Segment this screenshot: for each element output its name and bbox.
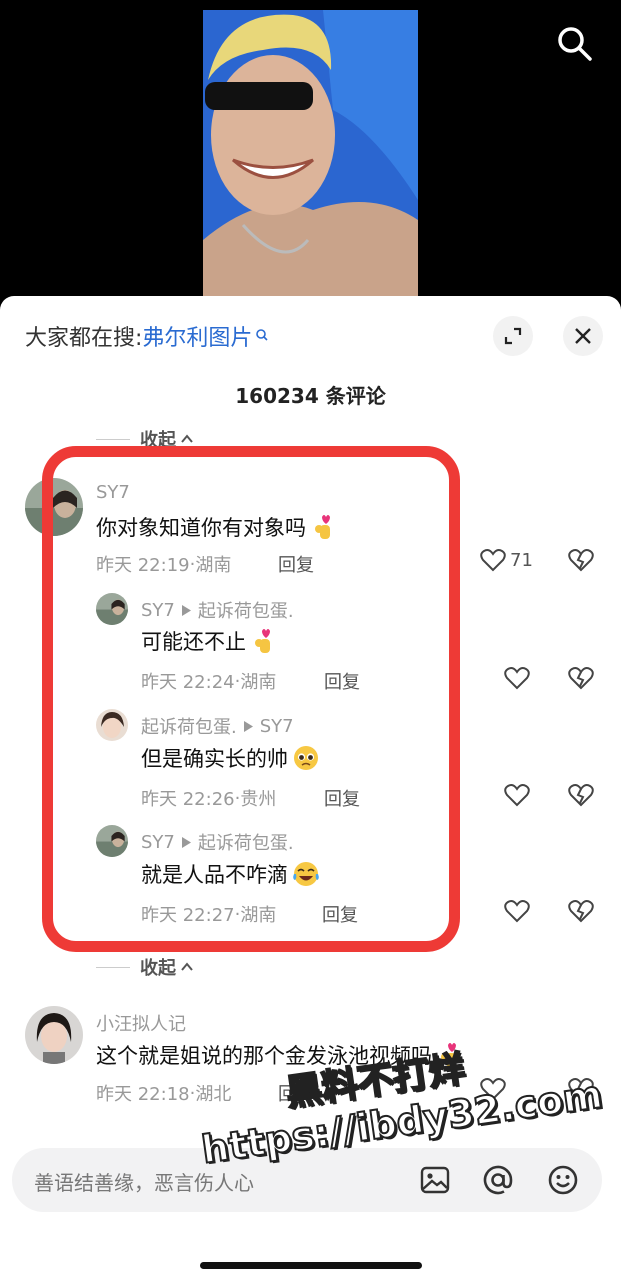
reply-arrow-icon [243, 720, 253, 732]
reply-username[interactable]: SY7 起诉荷包蛋. [141, 597, 294, 623]
comment-meta: 昨天 22:19 · 湖南 [96, 553, 232, 577]
hot-search-keyword[interactable]: 弗尔利图片 [142, 320, 252, 352]
avatar[interactable] [25, 478, 83, 536]
comment-text: 这个就是姐说的那个金发泳池视频吗 [96, 1040, 464, 1070]
reply-text: 但是确实长的帅 [141, 743, 320, 773]
reply-meta: 昨天 22:27 · 湖南 [141, 903, 277, 927]
finger-heart-emoji-icon [441, 1043, 456, 1067]
video-area[interactable] [0, 0, 621, 300]
at-icon[interactable] [482, 1164, 514, 1196]
reply-meta: 昨天 22:24 · 湖南 [141, 670, 277, 694]
reply-button[interactable]: 回复 [324, 785, 360, 811]
broken-heart-icon[interactable] [568, 548, 594, 572]
heart-icon[interactable] [504, 783, 530, 807]
finger-heart-emoji-icon [255, 629, 270, 653]
heart-icon[interactable] [480, 1077, 506, 1101]
comment-input-placeholder: 善语结善缘，恶言伤人心 [34, 1171, 254, 1195]
video-person-image [203, 10, 418, 300]
hot-search-banner[interactable]: 大家都在搜: 弗尔利图片 [25, 320, 269, 352]
reply-button[interactable]: 回复 [322, 901, 358, 927]
broken-heart-icon[interactable] [568, 783, 594, 807]
reply-text: 就是人品不咋滴 [141, 859, 320, 889]
broken-heart-icon[interactable] [568, 899, 594, 923]
avatar[interactable] [96, 709, 128, 741]
collapse-label: 收起 [140, 430, 176, 451]
heart-icon[interactable] [504, 666, 530, 690]
close-icon [575, 328, 591, 344]
video-thumbnail[interactable] [203, 10, 418, 300]
finger-heart-emoji-icon [315, 515, 330, 539]
reply-arrow-icon [181, 836, 191, 848]
reply-username[interactable]: 起诉荷包蛋. SY7 [141, 713, 294, 739]
home-indicator [200, 1262, 422, 1269]
collapse-label: 收起 [140, 958, 176, 979]
expand-button[interactable] [493, 316, 533, 356]
reply-meta: 昨天 22:26 · 贵州 [141, 787, 277, 811]
image-icon[interactable] [419, 1164, 451, 1196]
comment-sheet: 大家都在搜: 弗尔利图片 160234 条评论 收起 SY7 你对象知道你有对象… [0, 296, 621, 1280]
comment-username[interactable]: 小汪拟人记 [96, 1010, 186, 1036]
divider [96, 966, 130, 968]
laughing-tears-emoji-icon [293, 862, 319, 886]
avatar[interactable] [96, 825, 128, 857]
heart-icon[interactable] [504, 899, 530, 923]
chevron-up-icon [181, 434, 193, 443]
pleading-face-emoji-icon [294, 746, 318, 770]
comment-username[interactable]: SY7 [96, 482, 130, 503]
comment-meta: 昨天 22:18 · 湖北 [96, 1082, 232, 1106]
search-icon [256, 329, 269, 341]
chevron-up-icon [181, 962, 193, 971]
avatar[interactable] [96, 593, 128, 625]
avatar[interactable] [25, 1006, 83, 1064]
like-button[interactable]: 71 [480, 548, 533, 572]
reply-button[interactable]: 回复 [324, 668, 360, 694]
collapse-replies-button[interactable]: 收起 [96, 426, 194, 452]
collapse-replies-button[interactable]: 收起 [96, 954, 194, 980]
broken-heart-icon[interactable] [568, 1077, 594, 1101]
comment-count: 160234 条评论 [235, 384, 386, 408]
comment-input[interactable]: 善语结善缘，恶言伤人心 [12, 1148, 602, 1212]
emoji-icon[interactable] [547, 1164, 579, 1196]
expand-icon [504, 327, 522, 345]
search-icon[interactable] [555, 24, 595, 64]
divider [96, 438, 130, 440]
reply-text: 可能还不止 [141, 626, 278, 656]
hot-search-prefix: 大家都在搜: [25, 326, 143, 351]
heart-icon [480, 549, 506, 572]
reply-button[interactable]: 回复 [278, 1080, 314, 1106]
reply-button[interactable]: 回复 [278, 551, 314, 577]
broken-heart-icon[interactable] [568, 666, 594, 690]
reply-username[interactable]: SY7 起诉荷包蛋. [141, 829, 294, 855]
comment-text: 你对象知道你有对象吗 [96, 512, 338, 542]
reply-arrow-icon [181, 604, 191, 616]
like-count: 71 [510, 549, 533, 571]
close-button[interactable] [563, 316, 603, 356]
